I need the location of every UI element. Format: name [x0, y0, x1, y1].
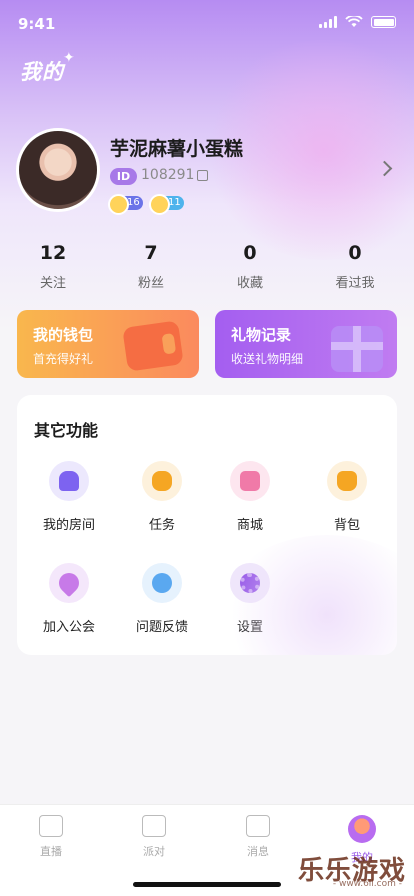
wallet-icon — [122, 320, 184, 372]
sparkle-icon: ✦ — [63, 50, 75, 66]
func-feedback[interactable]: 问题反馈 — [117, 563, 207, 635]
stat-visitors[interactable]: 0 看过我 — [320, 242, 390, 291]
stat-favorites[interactable]: 0 收藏 — [215, 242, 285, 291]
stat-value: 0 — [348, 242, 362, 264]
avatar[interactable] — [16, 128, 100, 212]
tab-messages[interactable]: 消息 — [218, 815, 298, 859]
func-label: 我的房间 — [42, 518, 95, 533]
stat-label: 收藏 — [236, 276, 263, 291]
me-icon — [348, 815, 376, 843]
home-indicator — [133, 882, 281, 887]
settings-icon — [230, 563, 270, 603]
other-functions-panel: 其它功能 我的房间 任务 商城 背包 加入公会 问题反馈 设置 — [17, 395, 397, 655]
stats-row: 12 关注 7 粉丝 0 收藏 0 看过我 — [0, 242, 414, 302]
func-label: 背包 — [333, 518, 360, 533]
guild-icon — [49, 563, 89, 603]
tab-live[interactable]: 直播 — [11, 815, 91, 859]
tab-party[interactable]: 派对 — [114, 815, 194, 859]
gift-record-card[interactable]: 礼物记录 收送礼物明细 — [215, 310, 397, 378]
shop-icon — [230, 461, 270, 501]
feedback-icon — [142, 563, 182, 603]
live-icon — [39, 815, 63, 837]
copy-icon[interactable] — [197, 170, 208, 181]
stat-following[interactable]: 12 关注 — [18, 242, 88, 291]
gift-subtitle: 收送礼物明细 — [231, 352, 304, 366]
func-join-guild[interactable]: 加入公会 — [24, 563, 114, 635]
wallet-title: 我的钱包 — [33, 326, 94, 344]
wallet-subtitle: 首充得好礼 — [33, 352, 94, 366]
func-label: 加入公会 — [42, 620, 95, 635]
tab-label: 派对 — [143, 845, 165, 858]
page-title: 我的 — [20, 60, 64, 84]
gift-box-icon — [331, 326, 383, 372]
func-settings[interactable]: 设置 — [205, 563, 295, 635]
stat-label: 看过我 — [335, 276, 375, 291]
status-icons — [319, 16, 396, 28]
user-id: 108291 — [141, 167, 195, 183]
status-bar: 9:41 — [0, 0, 414, 48]
wallet-card[interactable]: 我的钱包 首充得好礼 — [17, 310, 199, 378]
panel-title: 其它功能 — [34, 421, 99, 440]
charm-level-badge: 11 — [149, 194, 184, 215]
task-icon — [142, 461, 182, 501]
stat-fans[interactable]: 7 粉丝 — [116, 242, 186, 291]
stat-value: 0 — [243, 242, 257, 264]
signal-icon — [319, 16, 337, 28]
gift-title: 礼物记录 — [231, 326, 292, 344]
watermark-url: - www.6ll.com - — [332, 879, 402, 889]
nickname: 芋泥麻薯小蛋糕 — [110, 138, 244, 160]
stat-value: 7 — [144, 242, 158, 264]
func-label: 设置 — [236, 620, 263, 635]
func-label: 问题反馈 — [135, 620, 188, 635]
func-label: 任务 — [148, 518, 175, 533]
stat-label: 粉丝 — [137, 276, 164, 291]
wifi-icon — [345, 16, 363, 27]
battery-icon — [371, 16, 396, 28]
party-icon — [142, 815, 166, 837]
func-my-room[interactable]: 我的房间 — [24, 461, 114, 533]
tab-label: 直播 — [40, 845, 62, 858]
func-shop[interactable]: 商城 — [205, 461, 295, 533]
func-label: 商城 — [236, 518, 263, 533]
status-time: 9:41 — [18, 15, 56, 33]
message-icon — [246, 815, 270, 837]
stat-value: 12 — [39, 242, 67, 264]
func-tasks[interactable]: 任务 — [117, 461, 207, 533]
room-icon — [49, 461, 89, 501]
stat-label: 关注 — [39, 276, 66, 291]
wealth-level-badge: 16 — [108, 194, 143, 215]
tab-label: 消息 — [247, 845, 269, 858]
id-badge: ID — [110, 168, 137, 185]
func-bag[interactable]: 背包 — [302, 461, 392, 533]
bag-icon — [327, 461, 367, 501]
